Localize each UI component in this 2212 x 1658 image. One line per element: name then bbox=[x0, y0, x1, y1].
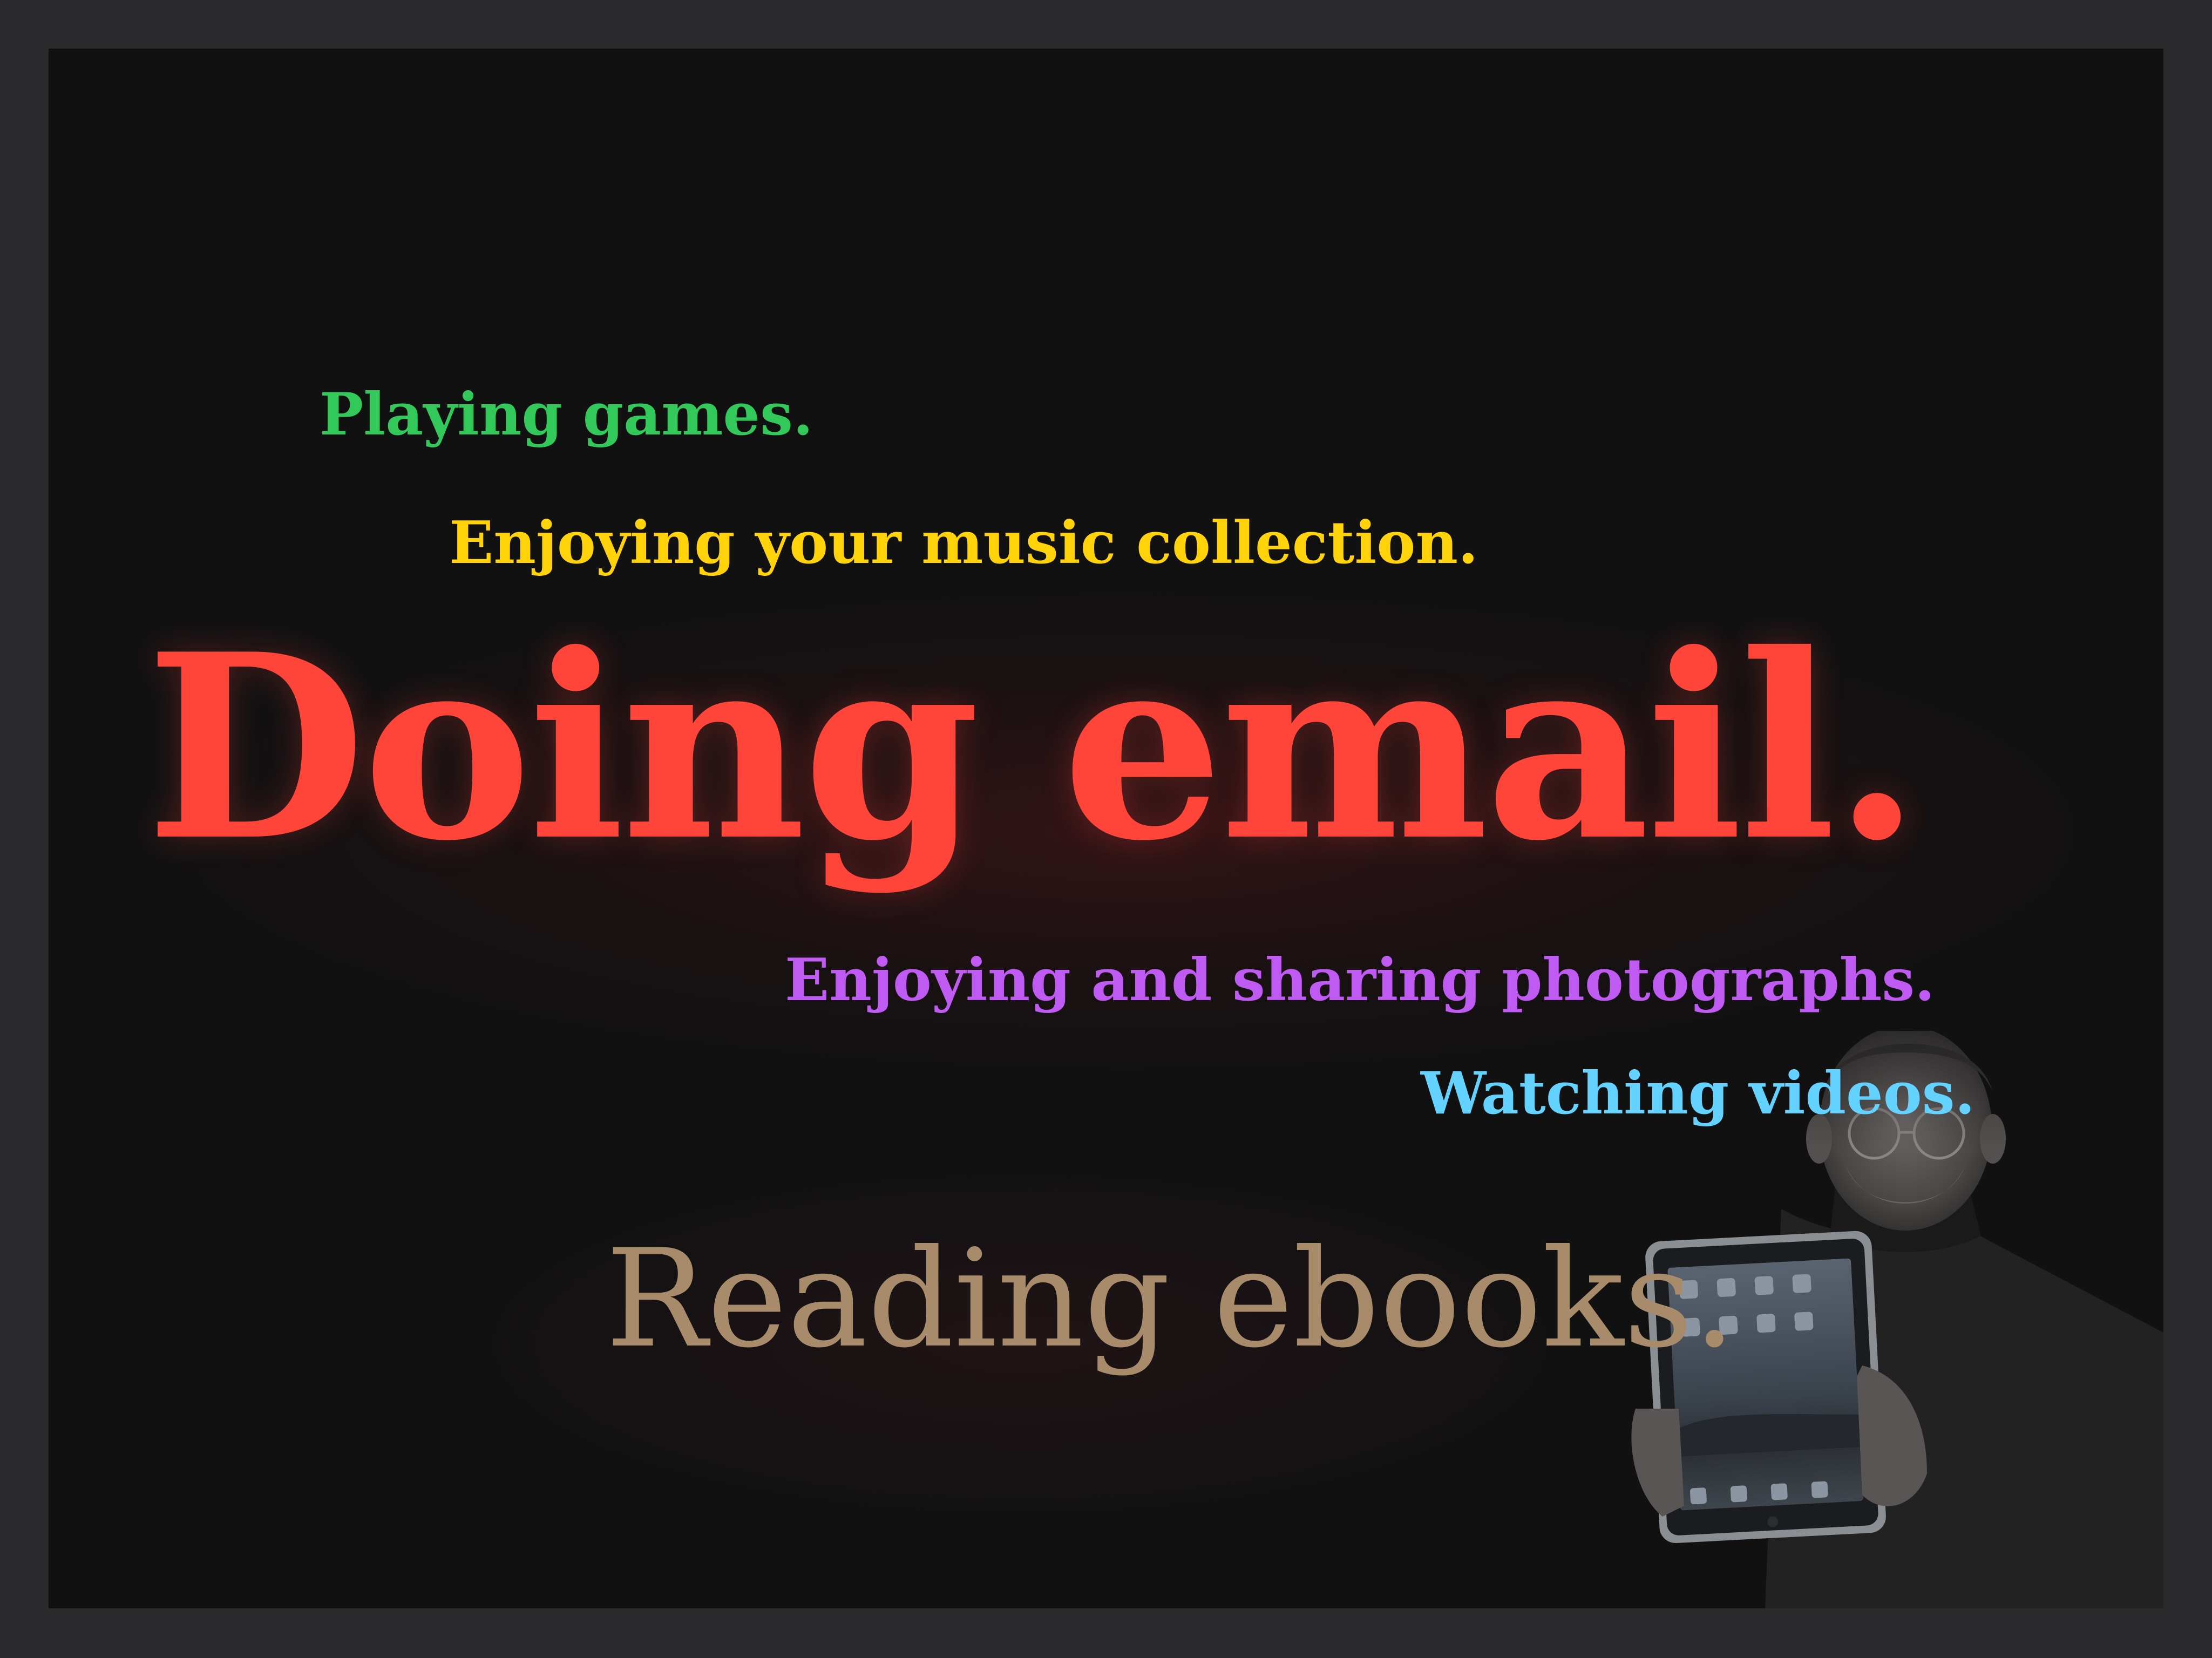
watching-videos-text: Watching videos. bbox=[1421, 1059, 1976, 1127]
doing-email-headline: Doing email. bbox=[146, 599, 1921, 896]
music-collection-text: Enjoying your music collection. bbox=[449, 509, 1478, 577]
playing-games-text: Playing games. bbox=[320, 380, 813, 449]
slide-canvas: Playing games. Enjoying your music colle… bbox=[49, 49, 2163, 1608]
sharing-photographs-text: Enjoying and sharing photographs. bbox=[785, 946, 1935, 1014]
reading-ebooks-text: Reading ebooks. bbox=[606, 1220, 1736, 1377]
window-frame: Playing games. Enjoying your music colle… bbox=[0, 0, 2212, 1658]
